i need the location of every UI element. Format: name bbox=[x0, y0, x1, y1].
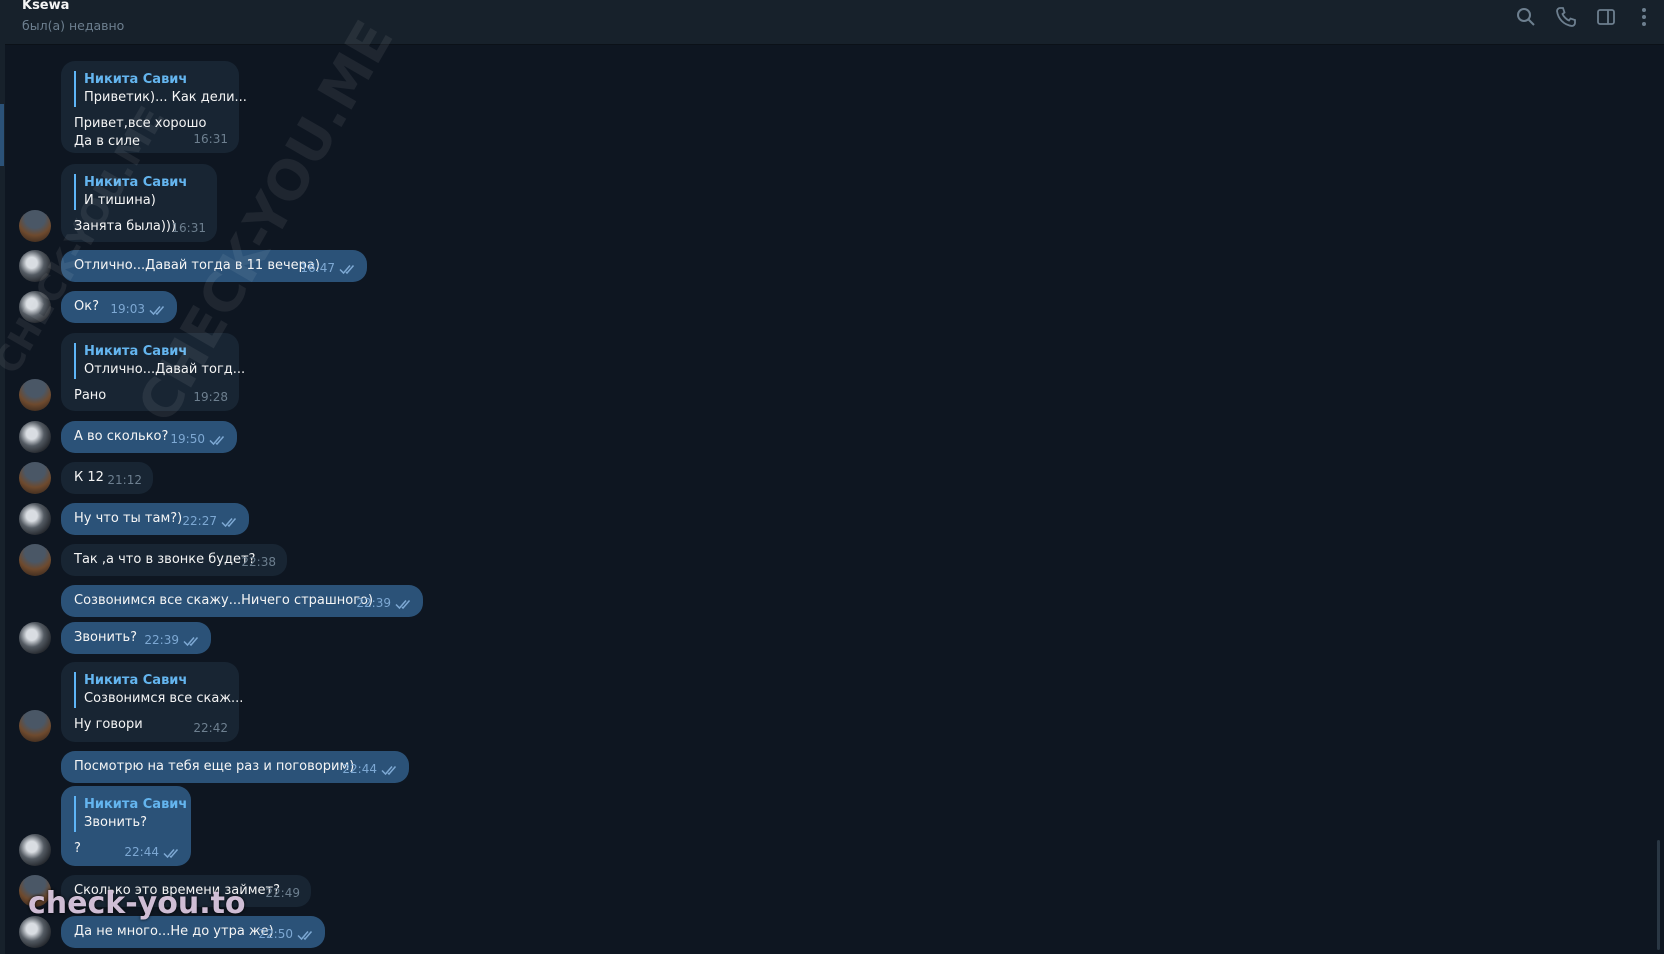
read-receipt-icon bbox=[221, 516, 239, 528]
sidebar-toggle-icon[interactable] bbox=[1594, 5, 1618, 29]
chat-status: был(а) недавно bbox=[22, 18, 125, 33]
read-receipt-icon bbox=[163, 847, 181, 859]
avatar[interactable] bbox=[19, 379, 51, 411]
message-text: Созвонимся все скажу...Ничего страшного) bbox=[74, 593, 374, 608]
avatar[interactable] bbox=[19, 210, 51, 242]
read-receipt-icon bbox=[381, 764, 399, 776]
incoming-message[interactable]: Никита Савич Отлично...Давай тогд... Рано 1… bbox=[61, 333, 245, 411]
message-text: Ок? bbox=[74, 299, 99, 314]
reply-quote[interactable]: Никита Савич Звонить? bbox=[74, 796, 187, 832]
incoming-message[interactable]: Никита Савич Приветик)... Как дели... Прив… bbox=[61, 61, 247, 153]
incoming-message[interactable]: Никита Савич И тишина) Занята была))) 16:31 bbox=[61, 164, 217, 242]
incoming-message[interactable]: К 12 21:12 bbox=[61, 462, 153, 494]
incoming-message[interactable]: Никита Савич Созвонимся все скаж... Ну гов… bbox=[61, 662, 243, 742]
active-chat-indicator bbox=[0, 104, 4, 166]
message-time: 22:44 bbox=[124, 845, 159, 859]
message-text: Да в силе bbox=[74, 134, 140, 149]
reply-text: Звонить? bbox=[84, 815, 148, 830]
message-text: Звонить? bbox=[74, 630, 138, 645]
chat-title[interactable]: Ksewa bbox=[22, 0, 69, 13]
message-text: Да не много...Не до утра же) bbox=[74, 924, 274, 939]
avatar[interactable] bbox=[19, 462, 51, 494]
read-receipt-icon bbox=[183, 635, 201, 647]
read-receipt-icon bbox=[149, 304, 167, 316]
avatar[interactable] bbox=[19, 622, 51, 654]
message-time: 22:27 bbox=[182, 514, 217, 528]
reply-text: Приветик)... Как дели... bbox=[84, 90, 247, 105]
message-time: 22:49 bbox=[265, 886, 300, 900]
scrollbar[interactable] bbox=[1657, 840, 1660, 950]
reply-author: Никита Савич bbox=[84, 175, 188, 190]
message-text: Посмотрю на тебя еще раз и поговорим) bbox=[74, 759, 355, 774]
incoming-message[interactable]: Так ,а что в звонке будет? 22:38 bbox=[61, 544, 287, 576]
outgoing-message[interactable]: А во сколько? 19:50 bbox=[61, 421, 237, 453]
message-time: 16:31 bbox=[171, 221, 206, 235]
message-text: Занята была))) bbox=[74, 219, 177, 234]
reply-author: Никита Савич bbox=[84, 344, 188, 359]
outgoing-message[interactable]: Ок? 19:03 bbox=[61, 291, 177, 323]
read-receipt-icon bbox=[209, 434, 227, 446]
message-text: ? bbox=[74, 841, 81, 856]
reply-author: Никита Савич bbox=[84, 72, 188, 87]
reply-quote[interactable]: Никита Савич Отлично...Давай тогд... bbox=[74, 343, 245, 379]
message-text: Рано bbox=[74, 388, 107, 403]
reply-text: Отлично...Давай тогд... bbox=[84, 362, 246, 377]
read-receipt-icon bbox=[339, 263, 357, 275]
reply-text: И тишина) bbox=[84, 193, 156, 208]
phone-icon[interactable] bbox=[1554, 5, 1578, 29]
outgoing-message[interactable]: Посмотрю на тебя еще раз и поговорим) 22:… bbox=[61, 751, 409, 783]
chat-list-edge bbox=[0, 44, 5, 954]
outgoing-message[interactable]: Никита Савич Звонить?? 22:44 bbox=[61, 786, 191, 866]
message-time: 19:03 bbox=[110, 302, 145, 316]
message-time: 22:38 bbox=[241, 555, 276, 569]
avatar[interactable] bbox=[19, 544, 51, 576]
reply-author: Никита Савич bbox=[84, 797, 188, 812]
outgoing-message[interactable]: Отлично...Давай тогда в 11 вечера) 16:47 bbox=[61, 250, 367, 282]
search-icon[interactable] bbox=[1514, 5, 1538, 29]
message-time: 21:12 bbox=[107, 473, 142, 487]
chat-header: Ksewa был(а) недавно bbox=[0, 0, 1664, 45]
reply-quote[interactable]: Никита Савич И тишина) bbox=[74, 174, 187, 210]
avatar[interactable] bbox=[19, 291, 51, 323]
more-vert-icon[interactable] bbox=[1632, 5, 1656, 29]
message-time: 22:42 bbox=[193, 721, 228, 735]
message-text: Привет,все хорошо bbox=[74, 116, 207, 131]
outgoing-message[interactable]: Созвонимся все скажу...Ничего страшного)… bbox=[61, 585, 423, 617]
avatar[interactable] bbox=[19, 710, 51, 742]
message-time: 22:39 bbox=[356, 596, 391, 610]
avatar[interactable] bbox=[19, 503, 51, 535]
avatar[interactable] bbox=[19, 250, 51, 282]
outgoing-message[interactable]: Ну что ты там?) 22:27 bbox=[61, 503, 249, 535]
message-time: 16:31 bbox=[193, 132, 228, 146]
message-text: А во сколько? bbox=[74, 429, 169, 444]
message-text: Так ,а что в звонке будет? bbox=[74, 552, 256, 567]
reply-author: Никита Савич bbox=[84, 673, 188, 688]
message-text: Ну говори bbox=[74, 717, 143, 732]
message-time: 19:50 bbox=[170, 432, 205, 446]
message-text: Отлично...Давай тогда в 11 вечера) bbox=[74, 258, 320, 273]
message-time: 16:47 bbox=[300, 261, 335, 275]
bottom-watermark: check-you.to bbox=[28, 886, 246, 921]
outgoing-message[interactable]: Звонить? 22:39 bbox=[61, 622, 211, 654]
read-receipt-icon bbox=[395, 598, 413, 610]
reply-quote[interactable]: Никита Савич Приветик)... Как дели... bbox=[74, 71, 247, 107]
read-receipt-icon bbox=[297, 929, 315, 941]
message-time: 19:28 bbox=[193, 390, 228, 404]
reply-quote[interactable]: Никита Савич Созвонимся все скаж... bbox=[74, 672, 243, 708]
reply-text: Созвонимся все скаж... bbox=[84, 691, 244, 706]
message-time: 22:39 bbox=[144, 633, 179, 647]
message-text: Ну что ты там?) bbox=[74, 511, 183, 526]
avatar[interactable] bbox=[19, 834, 51, 866]
message-time: 22:44 bbox=[342, 762, 377, 776]
message-text: К 12 bbox=[74, 470, 104, 485]
avatar[interactable] bbox=[19, 421, 51, 453]
message-time: 22:50 bbox=[258, 927, 293, 941]
